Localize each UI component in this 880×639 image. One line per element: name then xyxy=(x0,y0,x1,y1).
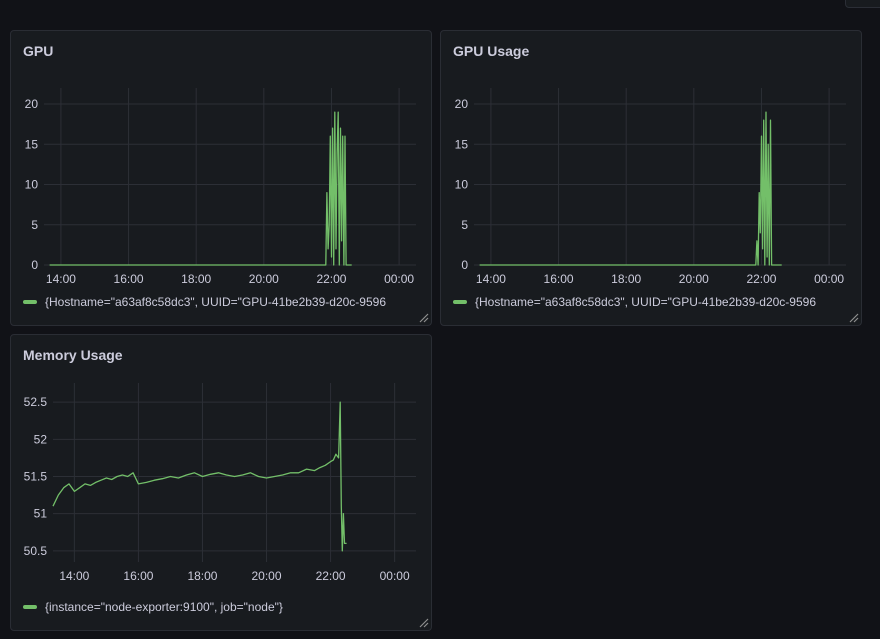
gpu-usage-chart[interactable]: 0 5 10 15 20 14:00 16:00 18:00 20:00 22:00 00:00 xyxy=(441,31,861,325)
x-tick-label: 22:00 xyxy=(746,272,776,286)
x-tick-label: 20:00 xyxy=(249,272,279,286)
x-tick-label: 16:00 xyxy=(114,272,144,286)
x-tick-label: 20:00 xyxy=(252,569,282,583)
panel-gpu: GPU 0 5 10 15 20 14:00 16:00 18:00 20:00 22:00 00:… xyxy=(10,30,432,326)
legend-label: {Hostname="a63af8c58dc3", UUID="GPU-41be… xyxy=(45,295,386,309)
legend-label: {Hostname="a63af8c58dc3", UUID="GPU-41be… xyxy=(475,295,816,309)
x-tick-label: 20:00 xyxy=(679,272,709,286)
y-tick-label: 52 xyxy=(34,432,48,446)
legend-swatch xyxy=(23,605,37,609)
x-tick-label: 18:00 xyxy=(187,569,217,583)
x-tick-label: 14:00 xyxy=(476,272,506,286)
legend-item[interactable]: {Hostname="a63af8c58dc3", UUID="GPU-41be… xyxy=(453,295,816,309)
resize-handle-icon[interactable] xyxy=(419,313,429,323)
gpu-chart[interactable]: 0 5 10 15 20 14:00 16:00 18:00 20:00 22:00 00:00 xyxy=(11,31,431,325)
memory-usage-chart[interactable]: 50.5 51 51.5 52 52.5 14:00 16:00 18:00 20:00 22:0… xyxy=(11,335,431,629)
x-tick-label: 00:00 xyxy=(380,569,410,583)
x-tick-label: 00:00 xyxy=(384,272,414,286)
x-tick-label: 14:00 xyxy=(59,569,89,583)
series-line[interactable] xyxy=(49,111,352,266)
y-tick-label: 10 xyxy=(455,178,469,192)
y-tick-label: 15 xyxy=(455,137,469,151)
panel-gpu-usage: GPU Usage 0 5 10 15 20 14:00 16:00 18:00 20:00 22… xyxy=(440,30,862,326)
x-tick-label: 22:00 xyxy=(316,569,346,583)
y-tick-label: 5 xyxy=(31,218,38,232)
resize-handle-icon[interactable] xyxy=(419,618,429,628)
y-tick-label: 51 xyxy=(34,507,48,521)
y-tick-label: 20 xyxy=(25,97,39,111)
x-tick-label: 18:00 xyxy=(611,272,641,286)
x-tick-label: 22:00 xyxy=(316,272,346,286)
x-tick-label: 18:00 xyxy=(181,272,211,286)
panel-memory-usage: Memory Usage 50.5 51 51.5 52 52.5 14:00 16:00 1… xyxy=(10,334,432,631)
y-tick-label: 50.5 xyxy=(24,544,48,558)
y-tick-label: 0 xyxy=(461,258,468,272)
legend-item[interactable]: {instance="node-exporter:9100", job="nod… xyxy=(23,600,283,614)
y-tick-label: 0 xyxy=(31,258,38,272)
legend-swatch xyxy=(453,300,467,304)
resize-handle-icon[interactable] xyxy=(849,313,859,323)
legend-item[interactable]: {Hostname="a63af8c58dc3", UUID="GPU-41be… xyxy=(23,295,386,309)
x-tick-label: 14:00 xyxy=(46,272,76,286)
y-tick-label: 5 xyxy=(461,218,468,232)
y-tick-label: 20 xyxy=(455,97,469,111)
y-tick-label: 15 xyxy=(25,137,39,151)
x-tick-label: 00:00 xyxy=(814,272,844,286)
legend-swatch xyxy=(23,300,37,304)
legend-label: {instance="node-exporter:9100", job="nod… xyxy=(45,600,283,614)
y-tick-label: 10 xyxy=(25,178,39,192)
series-line[interactable] xyxy=(479,111,782,266)
y-tick-label: 52.5 xyxy=(24,395,48,409)
x-tick-label: 16:00 xyxy=(123,569,153,583)
top-corner-button[interactable] xyxy=(845,0,880,8)
x-tick-label: 16:00 xyxy=(544,272,574,286)
y-tick-label: 51.5 xyxy=(24,470,48,484)
